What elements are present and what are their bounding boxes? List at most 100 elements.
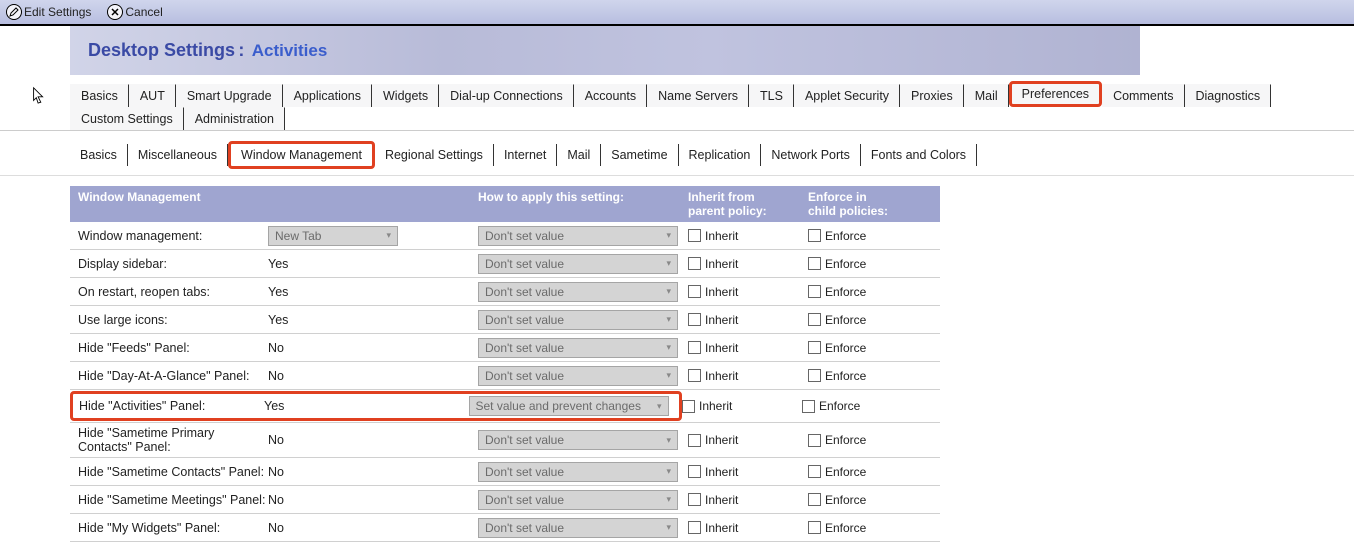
apply-dropdown[interactable]: Don't set value▾	[478, 518, 678, 538]
subtab-sametime[interactable]: Sametime	[601, 144, 678, 166]
enforce-checkbox[interactable]	[808, 285, 821, 298]
tab-comments[interactable]: Comments	[1102, 84, 1184, 107]
inherit-cell: Inherit	[682, 399, 802, 413]
page-title: Desktop Settings	[88, 40, 235, 60]
tab-custom-settings[interactable]: Custom Settings	[70, 107, 184, 130]
table-row: On restart, reopen tabs:YesDon't set val…	[70, 278, 940, 306]
inherit-cell: Inherit	[688, 465, 808, 479]
enforce-checkbox[interactable]	[808, 313, 821, 326]
tab-administration[interactable]: Administration	[184, 107, 285, 130]
tab-diagnostics[interactable]: Diagnostics	[1185, 84, 1272, 107]
enforce-checkbox[interactable]	[808, 434, 821, 447]
value-dropdown[interactable]: New Tab▾	[268, 226, 398, 246]
inherit-checkbox[interactable]	[688, 521, 701, 534]
tab-dial-up-connections[interactable]: Dial-up Connections	[439, 84, 574, 107]
chevron-down-icon: ▾	[666, 522, 671, 533]
setting-label: Window management:	[78, 229, 268, 243]
inherit-label: Inherit	[705, 521, 738, 535]
subtab-fonts-and-colors[interactable]: Fonts and Colors	[861, 144, 977, 166]
setting-value: No	[268, 369, 478, 383]
enforce-checkbox[interactable]	[808, 257, 821, 270]
tab-name-servers[interactable]: Name Servers	[647, 84, 749, 107]
enforce-label: Enforce	[825, 229, 866, 243]
table-row: Hide "Day-At-A-Glance" Panel:NoDon't set…	[70, 362, 940, 390]
tab-applications[interactable]: Applications	[283, 84, 372, 107]
page-subtitle: Activities	[252, 41, 328, 60]
setting-value: Yes	[268, 257, 478, 271]
inherit-checkbox[interactable]	[688, 229, 701, 242]
subtab-replication[interactable]: Replication	[679, 144, 762, 166]
tab-proxies[interactable]: Proxies	[900, 84, 964, 107]
apply-dropdown[interactable]: Don't set value▾	[478, 282, 678, 302]
enforce-checkbox[interactable]	[808, 229, 821, 242]
enforce-label: Enforce	[825, 465, 866, 479]
edit-settings-button[interactable]: Edit Settings	[6, 4, 91, 20]
enforce-checkbox[interactable]	[808, 521, 821, 534]
inherit-checkbox[interactable]	[688, 257, 701, 270]
tab-aut[interactable]: AUT	[129, 84, 176, 107]
setting-value: New Tab▾	[268, 226, 478, 246]
enforce-cell: Enforce	[808, 341, 928, 355]
tab-tls[interactable]: TLS	[749, 84, 794, 107]
pencil-icon	[6, 4, 22, 20]
inherit-checkbox[interactable]	[688, 313, 701, 326]
subtab-miscellaneous[interactable]: Miscellaneous	[128, 144, 228, 166]
inherit-cell: Inherit	[688, 285, 808, 299]
apply-dropdown[interactable]: Don't set value▾	[478, 366, 678, 386]
apply-dropdown[interactable]: Don't set value▾	[478, 490, 678, 510]
inherit-checkbox[interactable]	[688, 369, 701, 382]
inherit-checkbox[interactable]	[688, 341, 701, 354]
apply-cell: Don't set value▾	[478, 254, 688, 274]
inherit-checkbox[interactable]	[688, 493, 701, 506]
setting-value: No	[268, 341, 478, 355]
chevron-down-icon: ▾	[666, 286, 671, 297]
apply-dropdown[interactable]: Don't set value▾	[478, 226, 678, 246]
tab-applet-security[interactable]: Applet Security	[794, 84, 900, 107]
setting-value: No	[268, 465, 478, 479]
table-row: Hide "Activities" Panel:YesSet value and…	[70, 391, 682, 421]
enforce-label: Enforce	[825, 521, 866, 535]
enforce-checkbox[interactable]	[808, 369, 821, 382]
enforce-cell: Enforce	[808, 433, 928, 447]
subtab-mail[interactable]: Mail	[557, 144, 601, 166]
enforce-label: Enforce	[825, 313, 866, 327]
apply-cell: Don't set value▾	[478, 282, 688, 302]
apply-dropdown[interactable]: Don't set value▾	[478, 462, 678, 482]
subtab-network-ports[interactable]: Network Ports	[761, 144, 861, 166]
table-row: Use large icons:YesDon't set value▾Inher…	[70, 306, 940, 334]
enforce-checkbox[interactable]	[808, 493, 821, 506]
subtab-window-management[interactable]: Window Management	[228, 141, 375, 169]
inherit-checkbox[interactable]	[688, 434, 701, 447]
inherit-checkbox[interactable]	[688, 465, 701, 478]
apply-dropdown[interactable]: Don't set value▾	[478, 254, 678, 274]
enforce-checkbox[interactable]	[808, 341, 821, 354]
cancel-button[interactable]: Cancel	[107, 4, 162, 20]
enforce-checkbox[interactable]	[802, 400, 815, 413]
tab-widgets[interactable]: Widgets	[372, 84, 439, 107]
subtab-regional-settings[interactable]: Regional Settings	[375, 144, 494, 166]
tab-smart-upgrade[interactable]: Smart Upgrade	[176, 84, 283, 107]
inherit-checkbox[interactable]	[682, 400, 695, 413]
enforce-label: Enforce	[825, 433, 866, 447]
tab-basics[interactable]: Basics	[70, 84, 129, 107]
inherit-label: Inherit	[705, 369, 738, 383]
apply-dropdown[interactable]: Don't set value▾	[478, 310, 678, 330]
setting-label: Hide "Activities" Panel:	[79, 399, 264, 413]
chevron-down-icon: ▾	[666, 466, 671, 477]
subtab-internet[interactable]: Internet	[494, 144, 557, 166]
apply-dropdown[interactable]: Don't set value▾	[478, 338, 678, 358]
inherit-cell: Inherit	[688, 341, 808, 355]
chevron-down-icon: ▾	[666, 314, 671, 325]
tab-accounts[interactable]: Accounts	[574, 84, 647, 107]
apply-dropdown[interactable]: Set value and prevent changes▾	[469, 396, 669, 416]
tab-preferences[interactable]: Preferences	[1009, 81, 1102, 107]
enforce-checkbox[interactable]	[808, 465, 821, 478]
inherit-checkbox[interactable]	[688, 285, 701, 298]
tab-mail[interactable]: Mail	[964, 84, 1009, 107]
subtab-basics[interactable]: Basics	[70, 144, 128, 166]
header-inherit: Inherit from parent policy:	[688, 190, 808, 218]
setting-label: Hide "Sametime Contacts" Panel:	[78, 465, 268, 479]
apply-dropdown[interactable]: Don't set value▾	[478, 430, 678, 450]
inherit-label: Inherit	[699, 399, 732, 413]
chevron-down-icon: ▾	[666, 342, 671, 353]
